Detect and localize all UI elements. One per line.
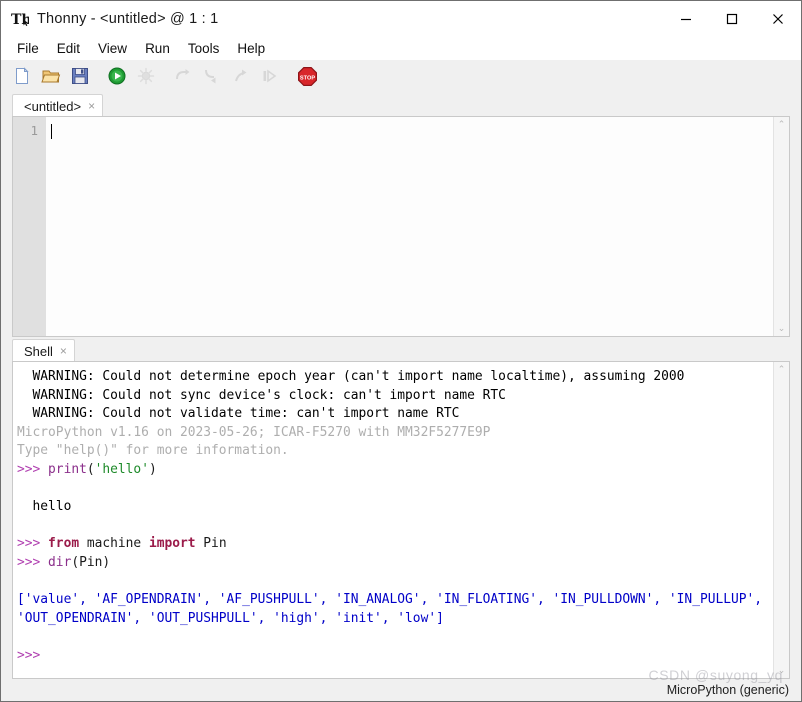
open-folder-icon[interactable] xyxy=(40,65,62,87)
shell-span-banner: MicroPython v1.16 on 2023-05-26; ICAR-F5… xyxy=(17,424,491,440)
chevron-down-icon[interactable]: ⌄ xyxy=(778,666,786,675)
minimize-button[interactable] xyxy=(663,1,709,36)
svg-text:STOP: STOP xyxy=(299,75,314,81)
shell-span-plain: ( xyxy=(86,461,95,477)
editor-pane: <untitled> × 1 ⌃ ⌄ xyxy=(1,92,801,337)
shell-line: hello xyxy=(17,498,773,517)
step-over-icon xyxy=(172,65,194,87)
menu-file[interactable]: File xyxy=(8,39,48,58)
interpreter-status[interactable]: MicroPython (generic) xyxy=(667,683,789,697)
shell-span-warn: WARNING: Could not determine epoch year … xyxy=(17,369,685,384)
shell-span-fn: dir xyxy=(48,554,72,570)
editor-body: 1 ⌃ ⌄ xyxy=(12,116,790,337)
tab-shell-label: Shell xyxy=(24,343,53,359)
window-title: Thonny - <untitled> @ 1 : 1 xyxy=(37,10,219,27)
shell-tabstrip: Shell × xyxy=(1,337,801,362)
shell-span-blue: ['value', 'AF_OPENDRAIN', 'AF_PUSHPULL',… xyxy=(17,592,770,626)
shell-span-kw: import xyxy=(148,536,196,552)
shell-line: MicroPython v1.16 on 2023-05-26; ICAR-F5… xyxy=(17,424,773,443)
main-panes: <untitled> × 1 ⌃ ⌄ Shell × WARNING: Coul… xyxy=(1,92,801,679)
shell-span-prompt: >>> xyxy=(17,461,49,477)
shell-span-banner: Type "help()" for more information. xyxy=(17,443,289,459)
shell-line: Type "help()" for more information. xyxy=(17,442,773,461)
code-editor-input[interactable] xyxy=(46,117,773,336)
maximize-button[interactable] xyxy=(709,1,755,36)
menu-edit[interactable]: Edit xyxy=(48,39,89,58)
step-out-icon xyxy=(230,65,252,87)
shell-line: WARNING: Could not sync device's clock: … xyxy=(17,387,773,406)
tab-shell[interactable]: Shell × xyxy=(12,339,75,362)
close-icon[interactable]: × xyxy=(60,345,67,357)
shell-span-out: hello xyxy=(17,499,72,515)
new-file-icon[interactable] xyxy=(11,65,33,87)
shell-line: WARNING: Could not validate time: can't … xyxy=(17,405,773,424)
shell-span-warn: WARNING: Could not sync device's clock: … xyxy=(17,387,506,403)
close-button[interactable] xyxy=(755,1,801,36)
editor-vertical-scrollbar[interactable]: ⌃ ⌄ xyxy=(773,117,789,336)
menu-help[interactable]: Help xyxy=(228,39,274,58)
shell-span-warn: WARNING: Could not validate time: can't … xyxy=(17,406,460,422)
menu-bar: File Edit View Run Tools Help xyxy=(1,36,801,60)
tab-untitled[interactable]: <untitled> × xyxy=(12,94,104,117)
shell-output[interactable]: WARNING: Could not determine epoch year … xyxy=(13,362,773,678)
chevron-up-icon[interactable]: ⌃ xyxy=(778,120,786,129)
run-play-icon[interactable] xyxy=(106,65,128,87)
title-bar: Th Thonny - <untitled> @ 1 : 1 xyxy=(1,1,801,36)
menu-tools[interactable]: Tools xyxy=(179,39,229,58)
shell-line: WARNING: Could not determine epoch year … xyxy=(17,368,773,387)
shell-span-fn: print xyxy=(48,461,87,477)
shell-line: >>> xyxy=(17,647,773,666)
step-into-icon xyxy=(201,65,223,87)
shell-span-prompt: >>> xyxy=(17,536,49,552)
shell-line: >>> from machine import Pin xyxy=(17,535,773,554)
shell-span-plain: (Pin) xyxy=(71,554,111,570)
shell-span-plain: machine xyxy=(79,536,149,552)
debug-bug-icon xyxy=(135,65,157,87)
shell-line: >>> print('hello') xyxy=(17,461,773,480)
shell-line: >>> dir(Pin) xyxy=(17,554,773,573)
shell-span-str: 'hello' xyxy=(94,461,149,477)
menu-view[interactable]: View xyxy=(89,39,136,58)
status-bar: MicroPython (generic) xyxy=(1,679,801,701)
close-icon[interactable]: × xyxy=(88,100,95,112)
shell-line: ['value', 'AF_OPENDRAIN', 'AF_PUSHPULL',… xyxy=(17,591,773,628)
text-caret xyxy=(51,124,52,139)
window-controls xyxy=(663,1,801,36)
thonny-window: Th Thonny - <untitled> @ 1 : 1 File Edit… xyxy=(0,0,802,702)
editor-tabstrip: <untitled> × xyxy=(1,92,801,117)
shell-span-prompt: >>> xyxy=(17,647,41,663)
shell-body: WARNING: Could not determine epoch year … xyxy=(12,361,790,679)
shell-span-prompt: >>> xyxy=(17,554,49,570)
line-number: 1 xyxy=(30,123,38,138)
resume-icon xyxy=(259,65,281,87)
chevron-up-icon[interactable]: ⌃ xyxy=(778,365,786,374)
save-floppy-icon[interactable] xyxy=(69,65,91,87)
shell-vertical-scrollbar[interactable]: ⌃ ⌄ xyxy=(773,362,789,678)
shell-pane: Shell × WARNING: Could not determine epo… xyxy=(1,337,801,679)
stop-icon[interactable]: STOP xyxy=(296,65,318,87)
shell-span-kw: from xyxy=(48,536,80,552)
tab-untitled-label: <untitled> xyxy=(24,98,82,114)
menu-run[interactable]: Run xyxy=(136,39,179,58)
toolbar: STOP xyxy=(1,60,801,92)
line-number-gutter: 1 xyxy=(13,117,46,336)
chevron-down-icon[interactable]: ⌄ xyxy=(778,324,786,333)
shell-span-plain: Pin xyxy=(195,536,227,552)
thonny-app-icon: Th xyxy=(11,10,29,28)
shell-span-plain: ) xyxy=(148,461,157,477)
